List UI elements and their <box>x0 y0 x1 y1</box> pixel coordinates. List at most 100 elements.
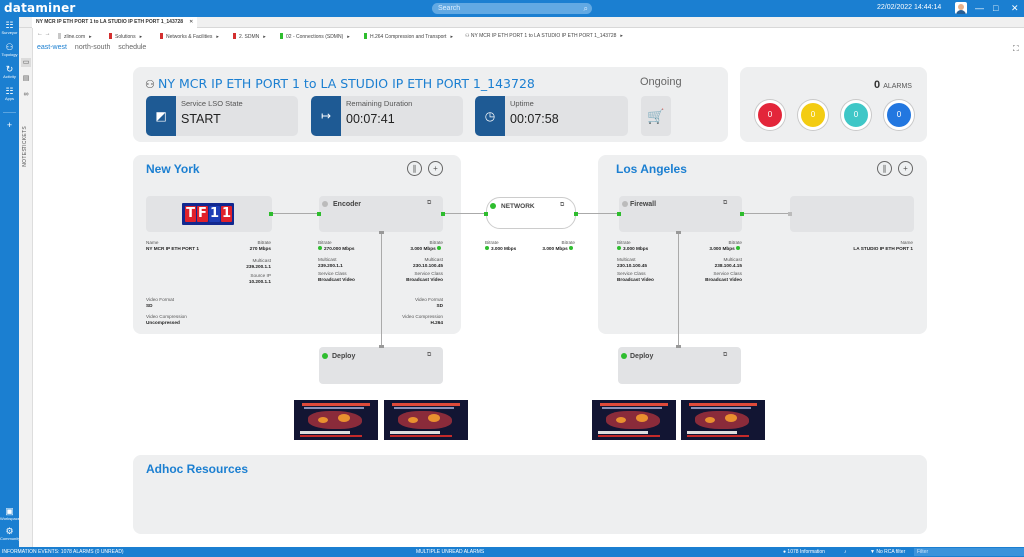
monitor-icon[interactable]: ▭ <box>21 58 31 67</box>
add-icon[interactable]: + <box>898 161 913 176</box>
columns-icon[interactable]: ∥ <box>407 161 422 176</box>
open-external-icon[interactable]: ⧉ <box>427 200 431 207</box>
status-dot <box>621 353 627 359</box>
prop-label: Multicast <box>424 257 444 262</box>
status-dot <box>322 353 328 359</box>
video-thumbnail[interactable] <box>294 400 378 440</box>
destination-node[interactable] <box>790 196 914 232</box>
prop-value: 3.000 Mbps <box>692 246 742 252</box>
prop-label: Multicast <box>723 257 743 262</box>
tab-service[interactable]: NY MCR IP ETH PORT 1 to LA STUDIO IP ETH… <box>32 17 198 28</box>
open-external-icon[interactable]: ⧉ <box>427 352 431 359</box>
tab-schedule[interactable]: schedule <box>118 44 146 51</box>
prop-value: Broadcast Video <box>617 277 654 282</box>
cart-icon[interactable]: 🛒 <box>641 96 671 136</box>
breadcrumb-item[interactable]: ⚇ NY MCR IP ETH PORT 1 to LA STUDIO IP E… <box>465 33 623 39</box>
minor-alarms-bubble[interactable]: 0 <box>841 100 871 130</box>
open-external-icon[interactable]: ⧉ <box>723 200 727 207</box>
breadcrumb-item[interactable]: Networks & Facilities ▸ <box>160 33 219 40</box>
prop-value: 270 Mbps <box>249 246 271 251</box>
filter-input[interactable]: Filter <box>914 548 1024 556</box>
open-external-icon[interactable]: ⧉ <box>723 352 727 359</box>
port-indicator <box>317 212 321 216</box>
maximize-button[interactable]: □ <box>993 2 998 14</box>
nav-activity[interactable]: ↻ Activity <box>0 65 19 80</box>
port-handle <box>676 345 681 348</box>
prop-value: H.264 <box>430 320 443 325</box>
close-button[interactable]: ✕ <box>1011 2 1019 14</box>
tab-close-icon[interactable]: ✕ <box>189 19 193 25</box>
status-events[interactable]: INFORMATION EVENTS: 1078 ALARMS (0 UNREA… <box>2 547 124 557</box>
tab-north-south[interactable]: north-south <box>75 44 110 51</box>
user-avatar[interactable] <box>955 2 967 14</box>
topology-icon: ⚇ <box>5 42 14 52</box>
search-placeholder: Search <box>438 5 461 12</box>
port-indicator <box>740 212 744 216</box>
breadcrumb-item[interactable]: 2. SDMN ▸ <box>233 33 266 40</box>
deploy-title: Deploy <box>332 353 356 360</box>
port-handle <box>676 231 681 234</box>
port-handle <box>379 231 384 234</box>
nav-topology[interactable]: ⚇ Topology <box>0 42 19 58</box>
breadcrumb-item[interactable]: 02 - Connections (SDMN) ▸ <box>280 33 350 40</box>
tickets-tab[interactable]: TICKETS <box>22 126 28 149</box>
link-line <box>272 213 320 214</box>
notes-tab[interactable]: NOTES <box>22 148 28 167</box>
fullscreen-icon[interactable]: ⛶ <box>1013 44 1019 54</box>
status-rca-filter[interactable]: ▼ No RCA filter <box>870 547 905 557</box>
tab-strip: NY MCR IP ETH PORT 1 to LA STUDIO IP ETH… <box>19 17 1024 28</box>
alarm-count: 0 ALARMS <box>874 79 912 91</box>
timer-icon: ↦ <box>311 96 341 136</box>
critical-alarms-bubble[interactable]: 0 <box>755 100 785 130</box>
video-thumbnail[interactable] <box>681 400 765 440</box>
kpi-value: 00:07:58 <box>510 112 559 126</box>
search-input[interactable]: Search ⌕ <box>432 3 592 14</box>
nav-workspace[interactable]: ▣ Workspace <box>0 507 20 522</box>
prop-value: 239.200.1.1 <box>246 264 271 269</box>
prop-value: Broadcast Video <box>406 277 443 282</box>
bell-icon[interactable]: ♪ <box>844 547 847 557</box>
kpi-label: Uptime <box>510 99 534 108</box>
breadcrumb: zline.com ▸ Solutions ▸ Networks & Facilit… <box>33 28 1024 43</box>
prop-label: Bitrate <box>617 240 631 245</box>
nav-divider <box>3 112 16 113</box>
link-line <box>443 213 487 214</box>
prop-value: 230.10.100.45 <box>617 263 647 268</box>
prop-label: Service Class <box>713 271 742 276</box>
prop-label: Service Class <box>617 271 646 276</box>
prop-label: Multicast <box>318 257 337 262</box>
nav-surveyor[interactable]: ☷ Surveyor <box>0 21 19 36</box>
status-unread-alarms[interactable]: MULTIPLE UNREAD ALARMS <box>416 547 484 557</box>
apps-icon: ☷ <box>5 86 14 96</box>
add-icon[interactable]: + <box>428 161 443 176</box>
adhoc-resources-title: Adhoc Resources <box>146 462 249 476</box>
nav-add[interactable]: + <box>0 121 19 130</box>
prop-label: Bitrate <box>429 240 443 245</box>
major-alarms-bubble[interactable]: 0 <box>798 100 828 130</box>
prop-label: Bitrate <box>728 240 742 245</box>
prop-value: Uncompressed <box>146 320 180 325</box>
kpi-label: Remaining Duration <box>346 99 413 108</box>
document-icon[interactable]: ▤ <box>21 74 31 83</box>
link-icon[interactable]: ∞ <box>21 90 31 99</box>
tab-east-west[interactable]: east-west <box>37 44 67 51</box>
breadcrumb-item[interactable]: zline.com ▸ <box>58 33 92 40</box>
new-york-title: New York <box>146 162 200 176</box>
firewall-title: Firewall <box>630 201 657 208</box>
video-thumbnail[interactable] <box>592 400 676 440</box>
columns-icon[interactable]: ∥ <box>877 161 892 176</box>
minimize-button[interactable]: — <box>975 2 984 14</box>
link-line <box>742 213 790 214</box>
status-information-count[interactable]: ● 1078 Information <box>783 547 825 557</box>
search-icon: ⌕ <box>583 4 588 13</box>
video-thumbnail[interactable] <box>384 400 468 440</box>
prop-value: SD <box>146 303 153 308</box>
nav-community[interactable]: ⚙ Community <box>0 527 20 542</box>
open-external-icon[interactable]: ⧉ <box>560 202 564 209</box>
breadcrumb-item[interactable]: Solutions ▸ <box>109 33 142 40</box>
prop-value: Broadcast Video <box>318 277 355 282</box>
nav-apps[interactable]: ☷ Apps <box>0 86 19 102</box>
warning-alarms-bubble[interactable]: 0 <box>884 100 914 130</box>
prop-label: Multicast <box>617 257 636 262</box>
breadcrumb-item[interactable]: H.264 Compression and Transport ▸ <box>364 33 453 40</box>
